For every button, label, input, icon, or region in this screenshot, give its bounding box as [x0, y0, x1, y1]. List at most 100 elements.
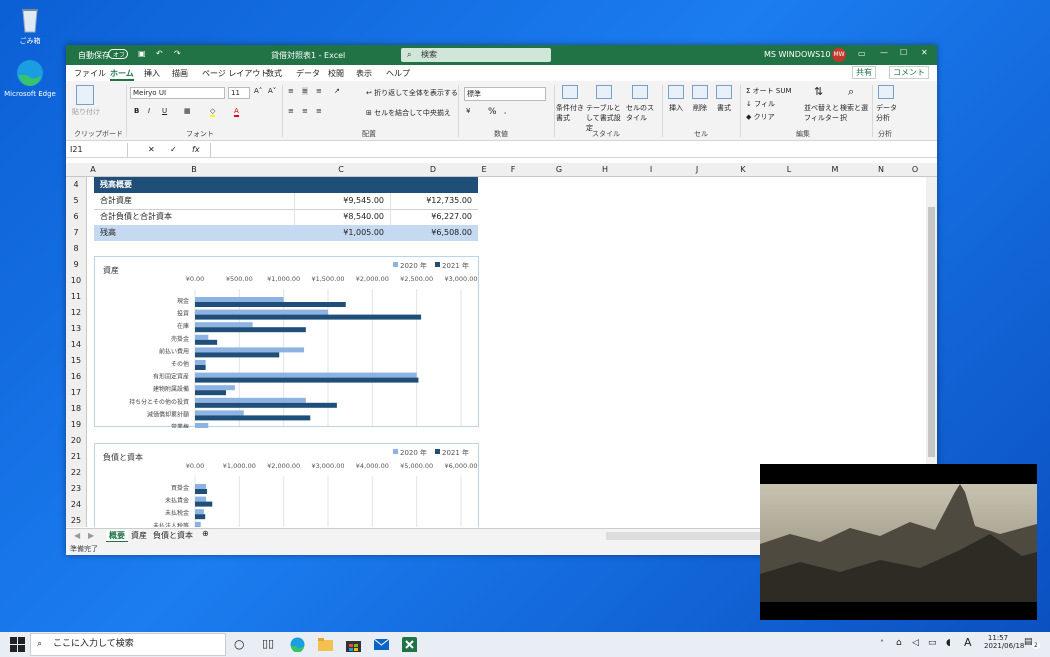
comment-button[interactable]: コメント — [889, 66, 929, 79]
task-view-icon[interactable]: ▯▯ — [262, 637, 277, 652]
file-explorer-icon[interactable] — [318, 637, 333, 652]
network-icon[interactable]: ⌂ — [896, 638, 902, 648]
table-format-icon[interactable] — [596, 85, 612, 99]
fill-color-icon[interactable]: ◇ — [210, 107, 216, 117]
tab-draw[interactable]: 描画 — [172, 68, 188, 79]
tab-data[interactable]: データ — [296, 68, 320, 79]
prev-sheet-icon[interactable]: ◀ — [74, 531, 80, 540]
table-cell[interactable]: ¥6,508.00 — [390, 225, 478, 241]
cortana-icon[interactable]: ○ — [234, 637, 249, 652]
row-header[interactable]: 8 — [66, 244, 86, 253]
align-center-icon[interactable]: ≡ — [302, 107, 308, 115]
enter-icon[interactable]: ✓ — [170, 145, 177, 154]
cell-styles-label[interactable]: セルのスタイル — [626, 103, 656, 123]
battery-icon[interactable]: ▭ — [928, 638, 937, 648]
percent-icon[interactable]: % — [488, 107, 497, 117]
row-header[interactable]: 25 — [66, 516, 86, 525]
insert-cells-label[interactable]: 挿入 — [669, 103, 683, 113]
column-header[interactable]: G — [536, 165, 582, 174]
ime-indicator[interactable]: A — [964, 636, 972, 649]
align-right-icon[interactable]: ≡ — [316, 107, 322, 115]
row-header[interactable]: 10 — [66, 276, 86, 285]
align-left-icon[interactable]: ≡ — [288, 107, 294, 115]
delete-cells-label[interactable]: 削除 — [693, 103, 707, 113]
save-icon[interactable]: ▣ — [138, 49, 146, 58]
row-header[interactable]: 18 — [66, 404, 86, 413]
underline-icon[interactable]: U — [162, 107, 167, 115]
row-header[interactable]: 17 — [66, 388, 86, 397]
edge-icon[interactable] — [290, 637, 305, 653]
font-color-icon[interactable]: A — [234, 107, 239, 117]
ribbon-display-icon[interactable]: ▭ — [858, 49, 866, 58]
autosum-button[interactable]: Σ オート SUM — [746, 86, 792, 96]
align-top-icon[interactable]: ≡ — [288, 87, 294, 95]
taskbar-search[interactable]: ⌕ ここに入力して検索 — [30, 633, 226, 656]
table-cell[interactable]: ¥6,227.00 — [390, 209, 478, 226]
tab-view[interactable]: 表示 — [356, 68, 372, 79]
row-header[interactable]: 9 — [66, 260, 86, 269]
table-cell[interactable]: 合計負債と合計資本 — [94, 209, 294, 226]
font-shrink-icon[interactable]: A˅ — [268, 87, 276, 95]
column-header[interactable]: J — [674, 165, 720, 174]
add-sheet-icon[interactable]: ⊕ — [202, 529, 209, 538]
font-size-select[interactable]: 11 — [228, 87, 250, 99]
share-button[interactable]: 共有 — [852, 66, 876, 79]
column-header[interactable]: E — [478, 165, 490, 174]
row-header[interactable]: 23 — [66, 484, 86, 493]
row-header[interactable]: 14 — [66, 340, 86, 349]
tab-review[interactable]: 校閲 — [328, 68, 344, 79]
font-grow-icon[interactable]: A˄ — [254, 87, 262, 95]
sort-filter-label[interactable]: 並べ替えとフィルター — [804, 103, 840, 123]
column-header[interactable]: C — [293, 165, 389, 174]
wrap-text-button[interactable]: ↩ 折り返して全体を表示する — [366, 88, 458, 98]
volume-icon[interactable]: ◁ — [912, 638, 919, 648]
liabilities-chart[interactable]: 負債と資本 2020 年 2021 年 ¥0.00 ¥1,000.00 ¥2,000.00… — [94, 443, 479, 527]
column-header[interactable]: N — [858, 165, 904, 174]
clock[interactable]: 11:57 2021/06/18 — [984, 634, 1024, 650]
merge-center-button[interactable]: ⊞ セルを結合して中央揃え — [366, 108, 451, 118]
cell-styles-icon[interactable] — [632, 85, 648, 99]
find-select-label[interactable]: 検索と選択 — [840, 103, 870, 123]
column-header[interactable]: M — [812, 165, 858, 174]
tab-page-layout[interactable]: ページ レイアウト — [202, 68, 268, 79]
clear-button[interactable]: ◆ クリア — [746, 112, 775, 122]
column-header[interactable]: L — [766, 165, 812, 174]
row-header[interactable]: 12 — [66, 308, 86, 317]
cancel-icon[interactable]: ✕ — [148, 145, 155, 154]
name-box[interactable]: I21 — [66, 143, 128, 157]
sort-filter-icon[interactable]: ⇅ — [814, 85, 823, 98]
excel-taskbar-icon[interactable] — [402, 637, 417, 652]
table-cell[interactable]: ¥9,545.00 — [294, 193, 390, 210]
conditional-format-icon[interactable] — [562, 85, 578, 99]
border-icon[interactable]: ▦ — [184, 107, 191, 115]
row-header[interactable]: 16 — [66, 372, 86, 381]
column-header[interactable]: I — [628, 165, 674, 174]
paste-icon[interactable] — [76, 85, 94, 105]
column-header[interactable]: K — [720, 165, 766, 174]
column-header[interactable]: F — [490, 165, 536, 174]
comma-icon[interactable]: , — [504, 107, 506, 115]
table-cell[interactable]: ¥1,005.00 — [294, 225, 390, 241]
speaker-icon[interactable]: ◖ — [946, 638, 951, 648]
video-pip-window[interactable] — [760, 464, 1037, 620]
data-analysis-label[interactable]: データ分析 — [876, 103, 898, 123]
sheet-tab-liabilities[interactable]: 負債と資本 — [150, 530, 196, 541]
column-header[interactable]: H — [582, 165, 628, 174]
desktop-icon-edge[interactable]: Microsoft Edge — [4, 58, 56, 98]
tab-insert[interactable]: 挿入 — [144, 68, 160, 79]
currency-icon[interactable]: ¥ — [466, 107, 470, 115]
tab-home[interactable]: ホーム — [110, 68, 134, 81]
row-header[interactable]: 11 — [66, 292, 86, 301]
format-cells-icon[interactable] — [716, 85, 732, 99]
row-header[interactable]: 24 — [66, 500, 86, 509]
column-header[interactable]: O — [904, 165, 926, 174]
find-icon[interactable]: ⌕ — [848, 85, 854, 99]
assets-chart[interactable]: 資産 2020 年 2021 年 ¥0.00 ¥500.00 ¥1,000.00 ¥1,50… — [94, 256, 479, 433]
sheet-tab-assets[interactable]: 資産 — [128, 530, 150, 541]
font-name-select[interactable]: Meiryo UI — [130, 87, 225, 99]
minimize-icon[interactable]: — — [880, 48, 888, 57]
row-header[interactable]: 4 — [66, 180, 86, 189]
mail-icon[interactable] — [373, 637, 390, 652]
table-cell[interactable]: ¥8,540.00 — [294, 209, 390, 226]
conditional-format-label[interactable]: 条件付き書式 — [556, 103, 588, 123]
